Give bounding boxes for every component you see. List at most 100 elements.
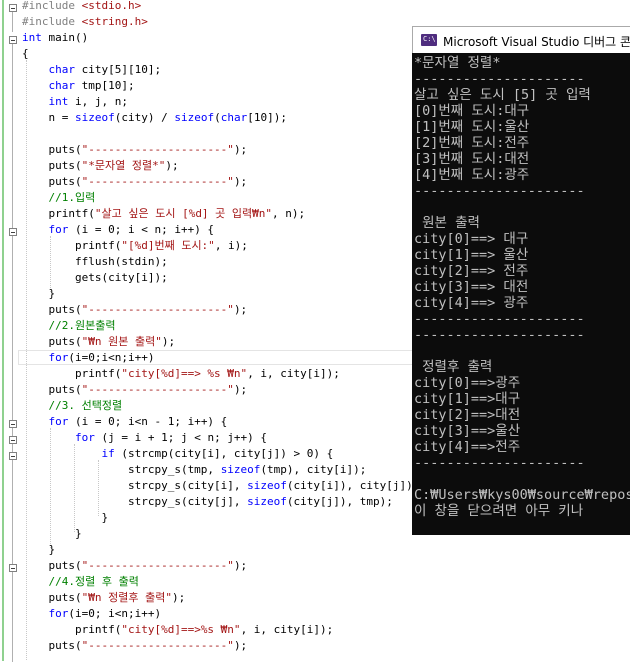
code-token: (city) / — [114, 111, 175, 124]
code-token: } — [22, 543, 56, 556]
code-token: , i, city[i]); — [240, 623, 334, 636]
code-token: #include — [22, 0, 82, 12]
console-line: --------------------- — [414, 71, 585, 87]
code-line[interactable]: printf("살고 싶은 도시 [%d] 곳 입력₩n", n); — [22, 206, 305, 222]
fold-toggle-icon[interactable] — [9, 4, 17, 12]
code-token: "---------------------" — [81, 639, 234, 652]
code-line[interactable]: strcpy_s(city[i], sizeof(city[i]), city[… — [22, 478, 419, 494]
code-token: ); — [233, 559, 248, 572]
code-token: ); — [233, 175, 248, 188]
console-line: --------------------- — [414, 455, 585, 471]
code-line[interactable]: puts("---------------------"); — [22, 142, 247, 158]
code-line[interactable]: strcpy_s(city[j], sizeof(city[j]), tmp); — [22, 494, 393, 510]
code-line[interactable]: for (j = i + 1; j < n; j++) { — [22, 430, 267, 446]
code-token: ); — [171, 591, 186, 604]
code-line[interactable]: { — [22, 46, 29, 62]
code-line[interactable]: printf("[%d]번째 도시:", i); — [22, 238, 248, 254]
code-line[interactable]: for(i=0; i<n;i++) — [22, 606, 161, 622]
code-token: sizeof — [174, 111, 215, 124]
code-token: } — [22, 287, 56, 300]
code-line[interactable]: n = sizeof(city) / sizeof(char[10]); — [22, 110, 286, 126]
visual-studio-console-icon — [421, 34, 437, 46]
code-token: int — [22, 31, 49, 44]
console-line: [0]번째 도시:대구 — [414, 103, 530, 119]
code-token: printf( — [22, 239, 122, 252]
code-token: if — [22, 447, 122, 460]
code-line[interactable]: } — [22, 542, 55, 558]
fold-toggle-icon[interactable] — [9, 564, 17, 572]
console-line: city[0]==>광주 — [414, 375, 521, 391]
code-line[interactable]: printf("city[%d]==> %s ₩n", i, city[i]); — [22, 366, 340, 382]
console-line: city[0]==> 대구 — [414, 231, 529, 247]
code-token: ); — [233, 143, 248, 156]
code-line[interactable]: int i, j, n; — [22, 94, 128, 110]
code-line[interactable]: puts("---------------------"); — [22, 174, 247, 190]
code-token: (i=0; i<n;i++) — [68, 607, 162, 620]
code-line[interactable]: puts("---------------------"); — [22, 558, 247, 574]
code-line[interactable]: printf("city[%d]==>%s ₩n", i, city[i]); — [22, 622, 333, 638]
code-token: "city[%d]==>%s ₩n" — [121, 623, 241, 636]
code-token: "*문자열 정렬*" — [81, 159, 166, 172]
code-line[interactable]: //2.원본출력 — [22, 318, 115, 334]
code-line[interactable]: for (i = 0; i<n - 1; i++) { — [22, 414, 227, 430]
code-line[interactable]: //1.입력 — [22, 190, 95, 206]
code-line[interactable]: #include <string.h> — [22, 14, 148, 30]
code-token: puts( — [22, 143, 82, 156]
code-line[interactable]: char city[5][10]; — [22, 62, 161, 78]
code-line[interactable]: char tmp[10]; — [22, 78, 134, 94]
code-line[interactable]: for(i=0;i<n;i++) — [22, 350, 154, 366]
code-token: puts( — [22, 335, 82, 348]
code-line[interactable]: } — [22, 526, 82, 542]
code-line[interactable]: fflush(stdin); — [22, 254, 168, 270]
code-token: printf( — [22, 623, 122, 636]
console-line: city[4]==> 광주 — [414, 295, 529, 311]
code-token: sizeof — [247, 479, 287, 492]
code-line[interactable]: //4.정렬 후 출력 — [22, 574, 138, 590]
fold-toggle-icon[interactable] — [9, 36, 17, 44]
code-line[interactable]: #include <stdio.h> — [22, 0, 141, 14]
code-line[interactable]: puts("---------------------"); — [22, 638, 247, 654]
code-token: //1.입력 — [22, 191, 96, 204]
console-line: 이 창을 닫으려면 아무 키나 — [414, 503, 584, 519]
code-token: "---------------------" — [81, 559, 234, 572]
fold-guide — [12, 12, 13, 32]
code-line[interactable]: puts("₩n 정렬후 출력"); — [22, 590, 185, 606]
fold-toggle-icon[interactable] — [9, 420, 17, 428]
code-line[interactable]: puts("*문자열 정렬*"); — [22, 158, 178, 174]
code-token: (i=0;i<n;i++) — [68, 351, 155, 364]
code-token: //2.원본출력 — [22, 319, 116, 332]
code-token: "₩n 정렬후 출력" — [81, 591, 172, 604]
console-line: *문자열 정렬* — [414, 55, 501, 71]
code-token: //3. 선택정렬 — [22, 399, 123, 412]
code-line[interactable]: strcpy_s(tmp, sizeof(tmp), city[i]); — [22, 462, 366, 478]
console-line: city[3]==>울산 — [414, 423, 521, 439]
code-token: puts( — [22, 591, 82, 604]
code-token: { — [22, 47, 29, 60]
console-line: [1]번째 도시:울산 — [414, 119, 530, 135]
fold-toggle-icon[interactable] — [9, 436, 17, 444]
code-token: city[5][10]; — [81, 63, 162, 76]
code-line[interactable]: } — [22, 510, 108, 526]
code-line[interactable]: if (strcmp(city[i], city[j]) > 0) { — [22, 446, 333, 462]
code-line[interactable]: //3. 선택정렬 — [22, 398, 122, 414]
code-token: (i = 0; i<n - 1; i++) { — [74, 415, 228, 428]
code-token: for — [22, 607, 69, 620]
code-token: sizeof — [74, 111, 115, 124]
code-token: i, j, n; — [74, 95, 128, 108]
code-token: "---------------------" — [81, 143, 234, 156]
fold-toggle-icon[interactable] — [9, 228, 17, 236]
console-line: 정렬후 출력 — [414, 359, 493, 375]
code-line[interactable]: for (i = 0; i < n; i++) { — [22, 222, 214, 238]
code-line[interactable]: puts("---------------------"); — [22, 302, 247, 318]
console-title-bar[interactable]: Microsoft Visual Studio 디버그 콘솔 — [412, 26, 630, 53]
code-line[interactable]: gets(city[i]); — [22, 270, 168, 286]
code-line[interactable]: puts("₩n 원본 출력"); — [22, 334, 175, 350]
code-line[interactable]: puts("---------------------"); — [22, 382, 247, 398]
code-line[interactable]: int main() — [22, 30, 88, 46]
code-line[interactable]: } — [22, 286, 55, 302]
fold-toggle-icon[interactable] — [9, 452, 17, 460]
code-token: (j = i + 1; j < n; j++) { — [101, 431, 268, 444]
debug-console-window[interactable]: Microsoft Visual Studio 디버그 콘솔 *문자열 정렬*-… — [412, 26, 630, 535]
code-token: ); — [233, 639, 248, 652]
